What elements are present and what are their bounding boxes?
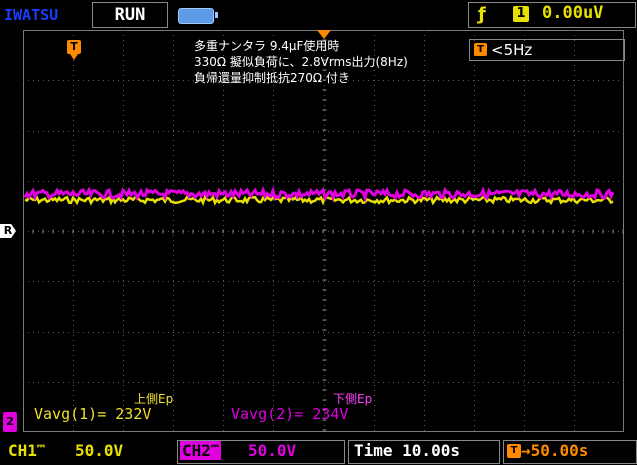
trigger-position-icon: T	[507, 444, 521, 458]
ch2-trace	[23, 185, 615, 204]
frequency-counter[interactable]: T <5Hz	[469, 39, 625, 61]
trigger-frequency-icon: T	[474, 43, 487, 56]
trigger-position[interactable]: →50.00s	[521, 441, 588, 460]
ch2-name: CH2	[182, 441, 211, 460]
ch1-label[interactable]: CH1⎓	[8, 441, 45, 460]
dc-coupling-icon: ⎓	[36, 441, 45, 452]
frequency-value: <5Hz	[491, 41, 533, 59]
rising-edge-icon: ƒ	[478, 4, 486, 25]
ch2-label[interactable]: CH2⎓	[180, 441, 221, 460]
ch2-scale[interactable]: 50.0V	[248, 441, 296, 460]
ch2-average-measurement: Vavg(2)= 234V	[231, 405, 349, 423]
ch1-name: CH1	[8, 441, 37, 460]
run-state-button[interactable]: RUN	[92, 2, 168, 28]
trigger-channel-badge: 1	[513, 6, 529, 22]
ch1-average-measurement: Vavg(1)= 232V	[34, 405, 152, 423]
trigger-marker-icon[interactable]: T	[67, 40, 81, 60]
top-status-bar: IWATSU RUN ƒ 1 0.00uV	[0, 0, 637, 30]
ch2-ground-marker-icon[interactable]: 2	[3, 412, 17, 432]
timebase[interactable]: Time 10.00s	[354, 441, 460, 460]
annotation-text: 多重ナンタラ 9.4μF使用時 330Ω 擬似負荷に、2.8Vrms出力(8Hz…	[194, 38, 408, 86]
ch1-scale[interactable]: 50.0V	[75, 441, 123, 460]
graticule	[23, 30, 624, 432]
annotation-line-2: 330Ω 擬似負荷に、2.8Vrms出力(8Hz)	[194, 55, 408, 69]
waveform-display	[23, 30, 624, 432]
reference-marker-icon[interactable]: R	[0, 224, 16, 238]
annotation-line-3: 負帰還量抑制抵抗270Ω 付き	[194, 71, 350, 85]
trigger-level: 0.00uV	[542, 3, 604, 23]
battery-icon	[178, 8, 218, 24]
dc-coupling-icon: ⎓	[210, 441, 219, 452]
annotation-line-1: 多重ナンタラ 9.4μF使用時	[194, 39, 340, 53]
brand-logo: IWATSU	[4, 6, 59, 24]
